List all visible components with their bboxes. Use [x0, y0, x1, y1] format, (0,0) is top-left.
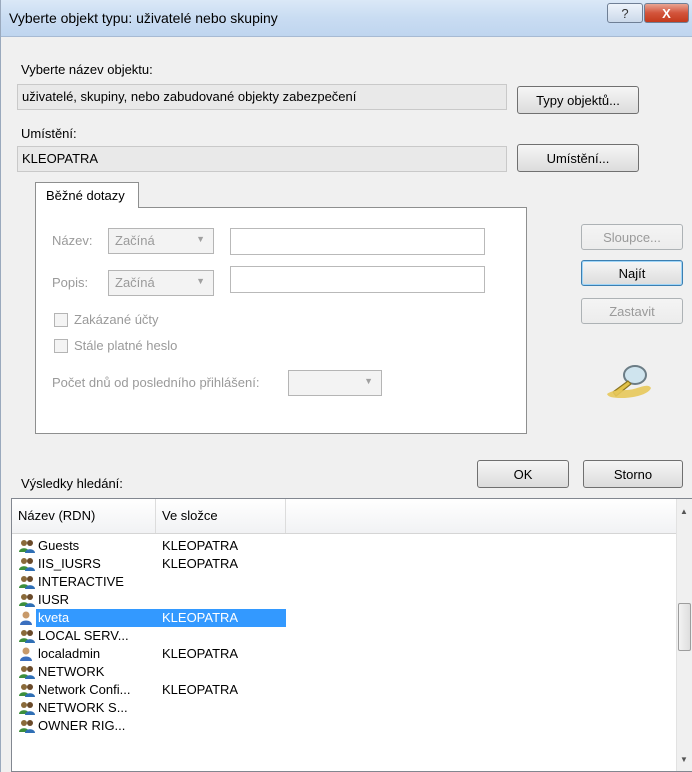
close-icon: X	[662, 5, 671, 21]
table-row[interactable]: NETWORK	[12, 663, 676, 681]
row-name: INTERACTIVE	[38, 574, 124, 589]
tab-common-queries[interactable]: Běžné dotazy	[35, 182, 139, 208]
scrollbar-thumb[interactable]	[678, 603, 691, 651]
chevron-down-icon: ▼	[196, 276, 205, 286]
row-folder: KLEOPATRA	[162, 538, 239, 553]
title-bar[interactable]: Vyberte objekt typu: uživatelé nebo skup…	[1, 0, 692, 37]
description-mode-combo[interactable]: Začíná ▼	[108, 270, 214, 296]
locations-button[interactable]: Umístění...	[517, 144, 639, 172]
table-row[interactable]: INTERACTIVE	[12, 573, 676, 591]
table-row[interactable]: Network Confi... KLEOPATRA	[12, 681, 676, 699]
name-label: Název:	[52, 233, 93, 248]
checkbox-box	[54, 312, 68, 327]
group-icon	[18, 556, 36, 572]
group-icon	[18, 592, 36, 608]
column-header-name[interactable]: Název (RDN)	[12, 499, 156, 533]
non-expiring-password-label: Stále platné heslo	[74, 338, 178, 353]
scroll-up-icon[interactable]: ▲	[680, 507, 688, 516]
cancel-button[interactable]: Storno	[583, 460, 683, 488]
chevron-down-icon: ▼	[196, 234, 205, 244]
column-header-folder[interactable]: Ve složce	[156, 499, 286, 533]
close-button[interactable]: X	[644, 3, 689, 23]
row-name: NETWORK S...	[38, 700, 128, 715]
table-row[interactable]: Guests KLEOPATRA	[12, 537, 676, 555]
row-folder: KLEOPATRA	[162, 682, 239, 697]
location-label: Umístění:	[21, 126, 77, 141]
help-button[interactable]: ?	[607, 3, 643, 23]
row-name: IUSR	[38, 592, 70, 607]
table-row[interactable]: OWNER RIG...	[12, 717, 676, 735]
help-icon: ?	[621, 5, 629, 21]
object-types-button[interactable]: Typy objektů...	[517, 86, 639, 114]
columns-button[interactable]: Sloupce...	[581, 224, 683, 250]
selection-highlight	[36, 609, 286, 627]
location-field: KLEOPATRA	[17, 146, 507, 172]
row-name: NETWORK	[38, 664, 105, 679]
days-since-login-label: Počet dnů od posledního přihlášení:	[52, 375, 260, 390]
days-since-login-combo[interactable]: ▼	[288, 370, 382, 396]
name-mode-value: Začíná	[115, 233, 155, 248]
group-icon	[18, 628, 36, 644]
row-folder: KLEOPATRA	[162, 646, 239, 661]
table-row[interactable]: kveta KLEOPATRA	[12, 609, 676, 627]
ok-button[interactable]: OK	[477, 460, 569, 488]
description-input[interactable]	[230, 266, 485, 293]
object-type-label: Vyberte název objektu:	[21, 62, 153, 77]
row-name: OWNER RIG...	[38, 718, 126, 733]
row-folder: KLEOPATRA	[162, 610, 239, 625]
table-row[interactable]: localadmin KLEOPATRA	[12, 645, 676, 663]
vertical-scrollbar[interactable]: ▲ ▼	[676, 499, 692, 771]
user-icon	[18, 646, 36, 662]
group-icon	[18, 718, 36, 734]
table-row[interactable]: LOCAL SERV...	[12, 627, 676, 645]
group-icon	[18, 700, 36, 716]
group-icon	[18, 574, 36, 590]
search-results-list[interactable]: Název (RDN) Ve složce Guests KLEOPATRA IIS…	[11, 498, 692, 772]
non-expiring-password-checkbox[interactable]: Stále platné heslo	[54, 338, 177, 353]
table-row[interactable]: IUSR	[12, 591, 676, 609]
row-name: Guests	[38, 538, 80, 553]
row-name: kveta	[38, 610, 70, 625]
description-label: Popis:	[52, 275, 89, 290]
common-queries-panel: Název: Začíná ▼ Popis: Začíná ▼ Zakázané…	[35, 207, 527, 434]
search-icon	[607, 365, 651, 398]
group-icon	[18, 682, 36, 698]
disabled-accounts-label: Zakázané účty	[74, 312, 159, 327]
table-row[interactable]: IIS_IUSRS KLEOPATRA	[12, 555, 676, 573]
scroll-down-icon[interactable]: ▼	[680, 755, 688, 764]
checkbox-box	[54, 338, 68, 353]
chevron-down-icon: ▼	[364, 376, 373, 386]
stop-button[interactable]: Zastavit	[581, 298, 683, 324]
description-mode-value: Začíná	[115, 275, 155, 290]
name-mode-combo[interactable]: Začíná ▼	[108, 228, 214, 254]
disabled-accounts-checkbox[interactable]: Zakázané účty	[54, 312, 159, 327]
results-header: Název (RDN) Ve složce	[12, 499, 676, 534]
row-name: localadmin	[38, 646, 101, 661]
row-name: Network Confi...	[38, 682, 131, 697]
row-folder: KLEOPATRA	[162, 556, 239, 571]
user-icon	[18, 610, 36, 626]
row-name: LOCAL SERV...	[38, 628, 129, 643]
group-icon	[18, 538, 36, 554]
dialog-title: Vyberte objekt typu: uživatelé nebo skup…	[9, 10, 278, 26]
name-input[interactable]	[230, 228, 485, 255]
group-icon	[18, 664, 36, 680]
search-results-label: Výsledky hledání:	[21, 476, 123, 491]
find-now-button[interactable]: Najít	[581, 260, 683, 286]
select-users-dialog: Vyberte objekt typu: uživatelé nebo skup…	[0, 0, 692, 772]
row-name: IIS_IUSRS	[38, 556, 101, 571]
table-row[interactable]: NETWORK S...	[12, 699, 676, 717]
object-type-field: uživatelé, skupiny, nebo zabudované obje…	[17, 84, 507, 110]
